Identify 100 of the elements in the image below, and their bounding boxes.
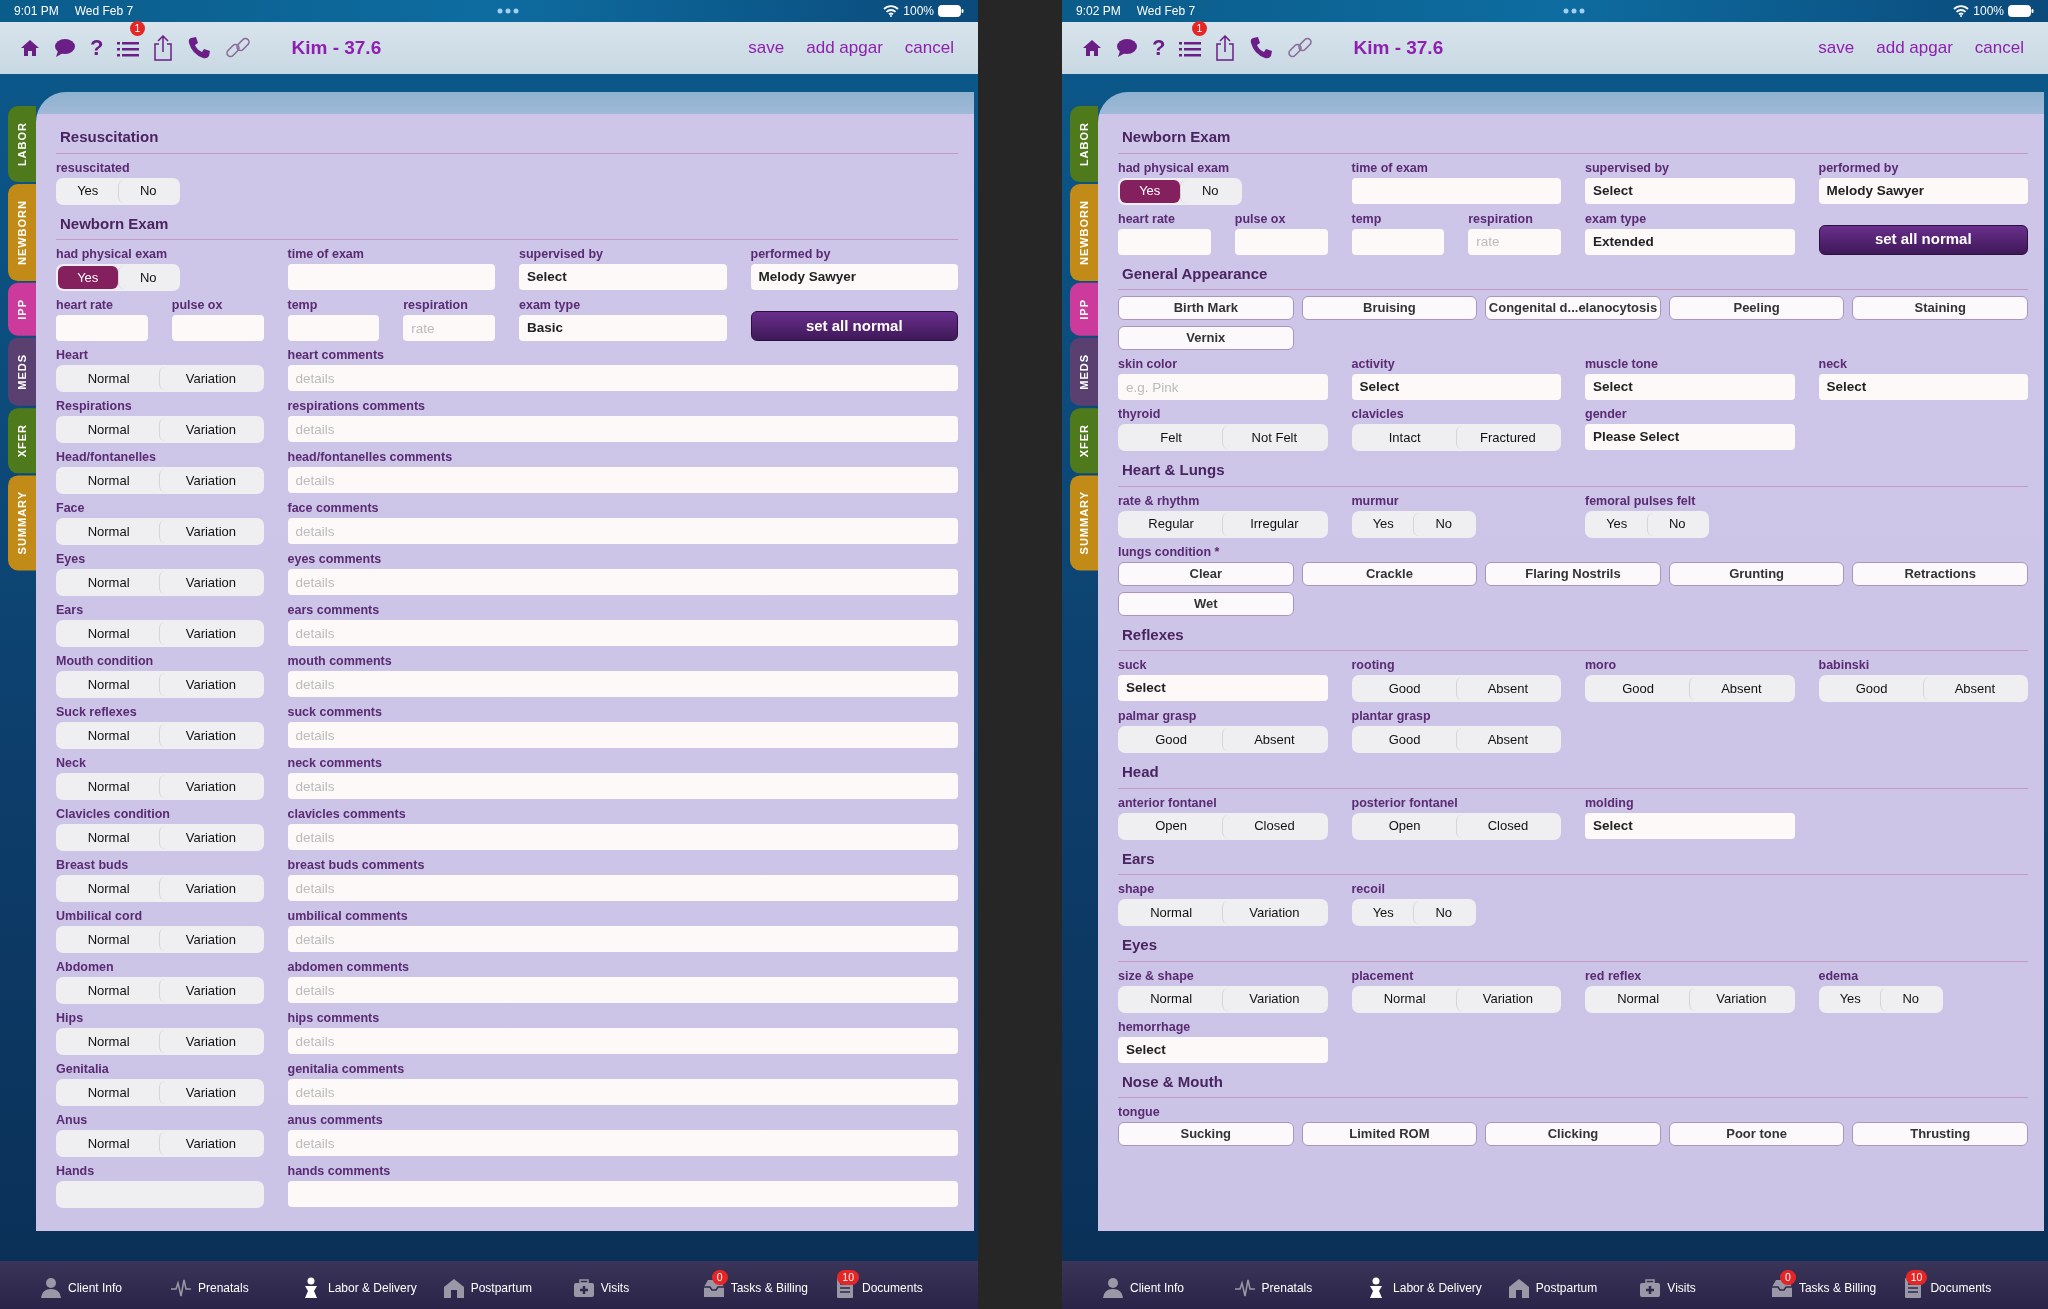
segment-option[interactable]: Variation (1222, 987, 1326, 1011)
bottom-tab[interactable]: 0 Tasks & Billing (1760, 1267, 1887, 1303)
input-field[interactable]: rate (403, 315, 495, 341)
segment-option[interactable]: Normal (58, 673, 160, 696)
bottom-tab[interactable]: Postpartum (1497, 1267, 1624, 1303)
select-field[interactable]: Melody Sawyer (750, 264, 958, 290)
segment-option[interactable]: Normal (58, 979, 160, 1002)
speech-bubble-icon[interactable] (1116, 38, 1138, 58)
toolbar-link[interactable]: add apgar (802, 35, 887, 61)
bottom-tab[interactable]: Client Info (1092, 1267, 1218, 1303)
segment-option[interactable]: Variation (1222, 901, 1326, 924)
segment-option[interactable]: Normal (58, 469, 160, 492)
input-field[interactable] (1351, 228, 1445, 255)
option-button[interactable]: Wet (1118, 591, 1294, 616)
segment-option[interactable]: Good (1120, 728, 1223, 751)
segment-option[interactable]: Normal (58, 724, 160, 747)
segment-option[interactable]: Normal (1120, 987, 1223, 1011)
segment-option[interactable]: Normal (58, 418, 160, 441)
segment-option[interactable]: No (1413, 901, 1474, 924)
segment-option[interactable]: Yes (1353, 512, 1413, 536)
segment-option[interactable]: Variation (159, 469, 262, 492)
segment-option[interactable]: Normal (58, 1081, 160, 1104)
phone-icon[interactable] (1249, 36, 1274, 60)
segment-option[interactable]: No (1179, 179, 1240, 203)
side-tab[interactable]: LABOR (8, 106, 36, 183)
input-field[interactable]: e.g. Pink (1118, 374, 1328, 400)
segment-option[interactable]: Variation (159, 1030, 262, 1053)
comments-field[interactable]: details (287, 620, 958, 646)
bottom-tab[interactable]: Postpartum (432, 1267, 557, 1303)
segment-option[interactable]: No (1880, 987, 1941, 1011)
segment-option[interactable]: Open (1120, 814, 1223, 838)
segment-option[interactable]: Closed (1455, 814, 1559, 838)
option-button[interactable]: Crackle (1301, 561, 1478, 586)
segment-option[interactable]: No (1413, 512, 1474, 536)
comments-field[interactable]: details (287, 722, 958, 748)
segment-option[interactable]: Normal (1120, 901, 1223, 924)
comments-field[interactable]: details (287, 569, 958, 595)
input-field[interactable] (171, 315, 264, 341)
option-button[interactable]: Bruising (1301, 296, 1478, 320)
segment-option[interactable]: Variation (159, 1081, 262, 1104)
select-field[interactable]: Select (1585, 177, 1795, 204)
segment-option[interactable]: Normal (58, 520, 160, 543)
segment-option[interactable]: Normal (1587, 987, 1690, 1011)
input-field[interactable] (1351, 177, 1561, 204)
option-button[interactable]: Flaring Nostrils (1485, 561, 1661, 586)
side-tab[interactable]: MEDS (1070, 337, 1098, 406)
segment-option[interactable]: Variation (159, 1132, 262, 1155)
toolbar-link[interactable]: add apgar (1872, 35, 1957, 61)
option-button[interactable]: Thrusting (1852, 1122, 2028, 1146)
segment-option[interactable]: Regular (1120, 512, 1223, 536)
select-field[interactable]: Basic (519, 315, 727, 341)
segment-option[interactable]: Variation (1689, 987, 1793, 1011)
option-button[interactable]: Sucking (1118, 1122, 1294, 1146)
select-field[interactable]: Select (519, 264, 727, 290)
bottom-tab[interactable]: 10 Documents (824, 1267, 948, 1303)
home-icon[interactable] (20, 39, 40, 57)
comments-field[interactable]: details (287, 926, 958, 952)
comments-field[interactable]: details (287, 518, 958, 544)
bottom-tab[interactable]: Labor & Delivery (1355, 1267, 1492, 1303)
input-field[interactable]: rate (1468, 228, 1561, 255)
side-tab[interactable]: IPP (1070, 283, 1098, 336)
segment-option[interactable]: Good (1353, 728, 1456, 751)
speech-bubble-icon[interactable] (54, 38, 76, 58)
segment-option[interactable]: Yes (58, 266, 118, 289)
option-button[interactable]: Vernix (1118, 326, 1294, 350)
segment-option[interactable]: Intact (1353, 426, 1456, 449)
option-button[interactable]: Grunting (1668, 561, 1845, 586)
segment-option[interactable]: Absent (1455, 677, 1559, 700)
segment-option[interactable]: Normal (58, 367, 160, 390)
select-field[interactable]: Extended (1585, 228, 1795, 255)
toolbar-link[interactable]: save (744, 35, 789, 61)
bottom-tab[interactable]: Visits (1629, 1267, 1755, 1303)
segment-option[interactable]: Variation (159, 979, 262, 1002)
option-button[interactable]: Poor tone (1668, 1122, 1845, 1146)
bottom-tab[interactable]: Client Info (30, 1267, 154, 1303)
input-field[interactable] (287, 264, 495, 290)
set-all-normal-button[interactable]: set all normal (1818, 224, 2028, 255)
segment-option[interactable]: Variation (159, 571, 262, 594)
option-button[interactable]: Staining (1852, 296, 2028, 320)
segment-option[interactable]: Absent (1222, 728, 1326, 751)
option-button[interactable]: Limited ROM (1301, 1122, 1478, 1146)
option-button[interactable]: Clear (1118, 561, 1294, 586)
segment-option[interactable]: Variation (159, 724, 262, 747)
segment-option[interactable]: Yes (1820, 987, 1880, 1011)
phone-icon[interactable] (187, 36, 212, 60)
comments-field[interactable]: details (287, 416, 958, 442)
input-field[interactable] (1118, 228, 1211, 255)
option-button[interactable]: Birth Mark (1118, 296, 1294, 320)
toolbar-link[interactable]: cancel (900, 35, 958, 61)
segment-option[interactable]: Normal (1353, 987, 1456, 1011)
comments-field[interactable]: details (287, 1079, 958, 1105)
segment-option[interactable]: Good (1587, 677, 1690, 700)
select-field[interactable]: Melody Sawyer (1818, 177, 2028, 204)
segment-option[interactable]: Irregular (1222, 512, 1326, 536)
segment-option[interactable]: Not Felt (1222, 426, 1326, 449)
segment-option[interactable]: No (1646, 512, 1707, 536)
segment-option[interactable]: Yes (1120, 179, 1180, 203)
segment-option[interactable]: Absent (1922, 677, 2026, 700)
toolbar-link[interactable]: cancel (1970, 35, 2028, 61)
segment-option[interactable]: Variation (159, 928, 262, 951)
